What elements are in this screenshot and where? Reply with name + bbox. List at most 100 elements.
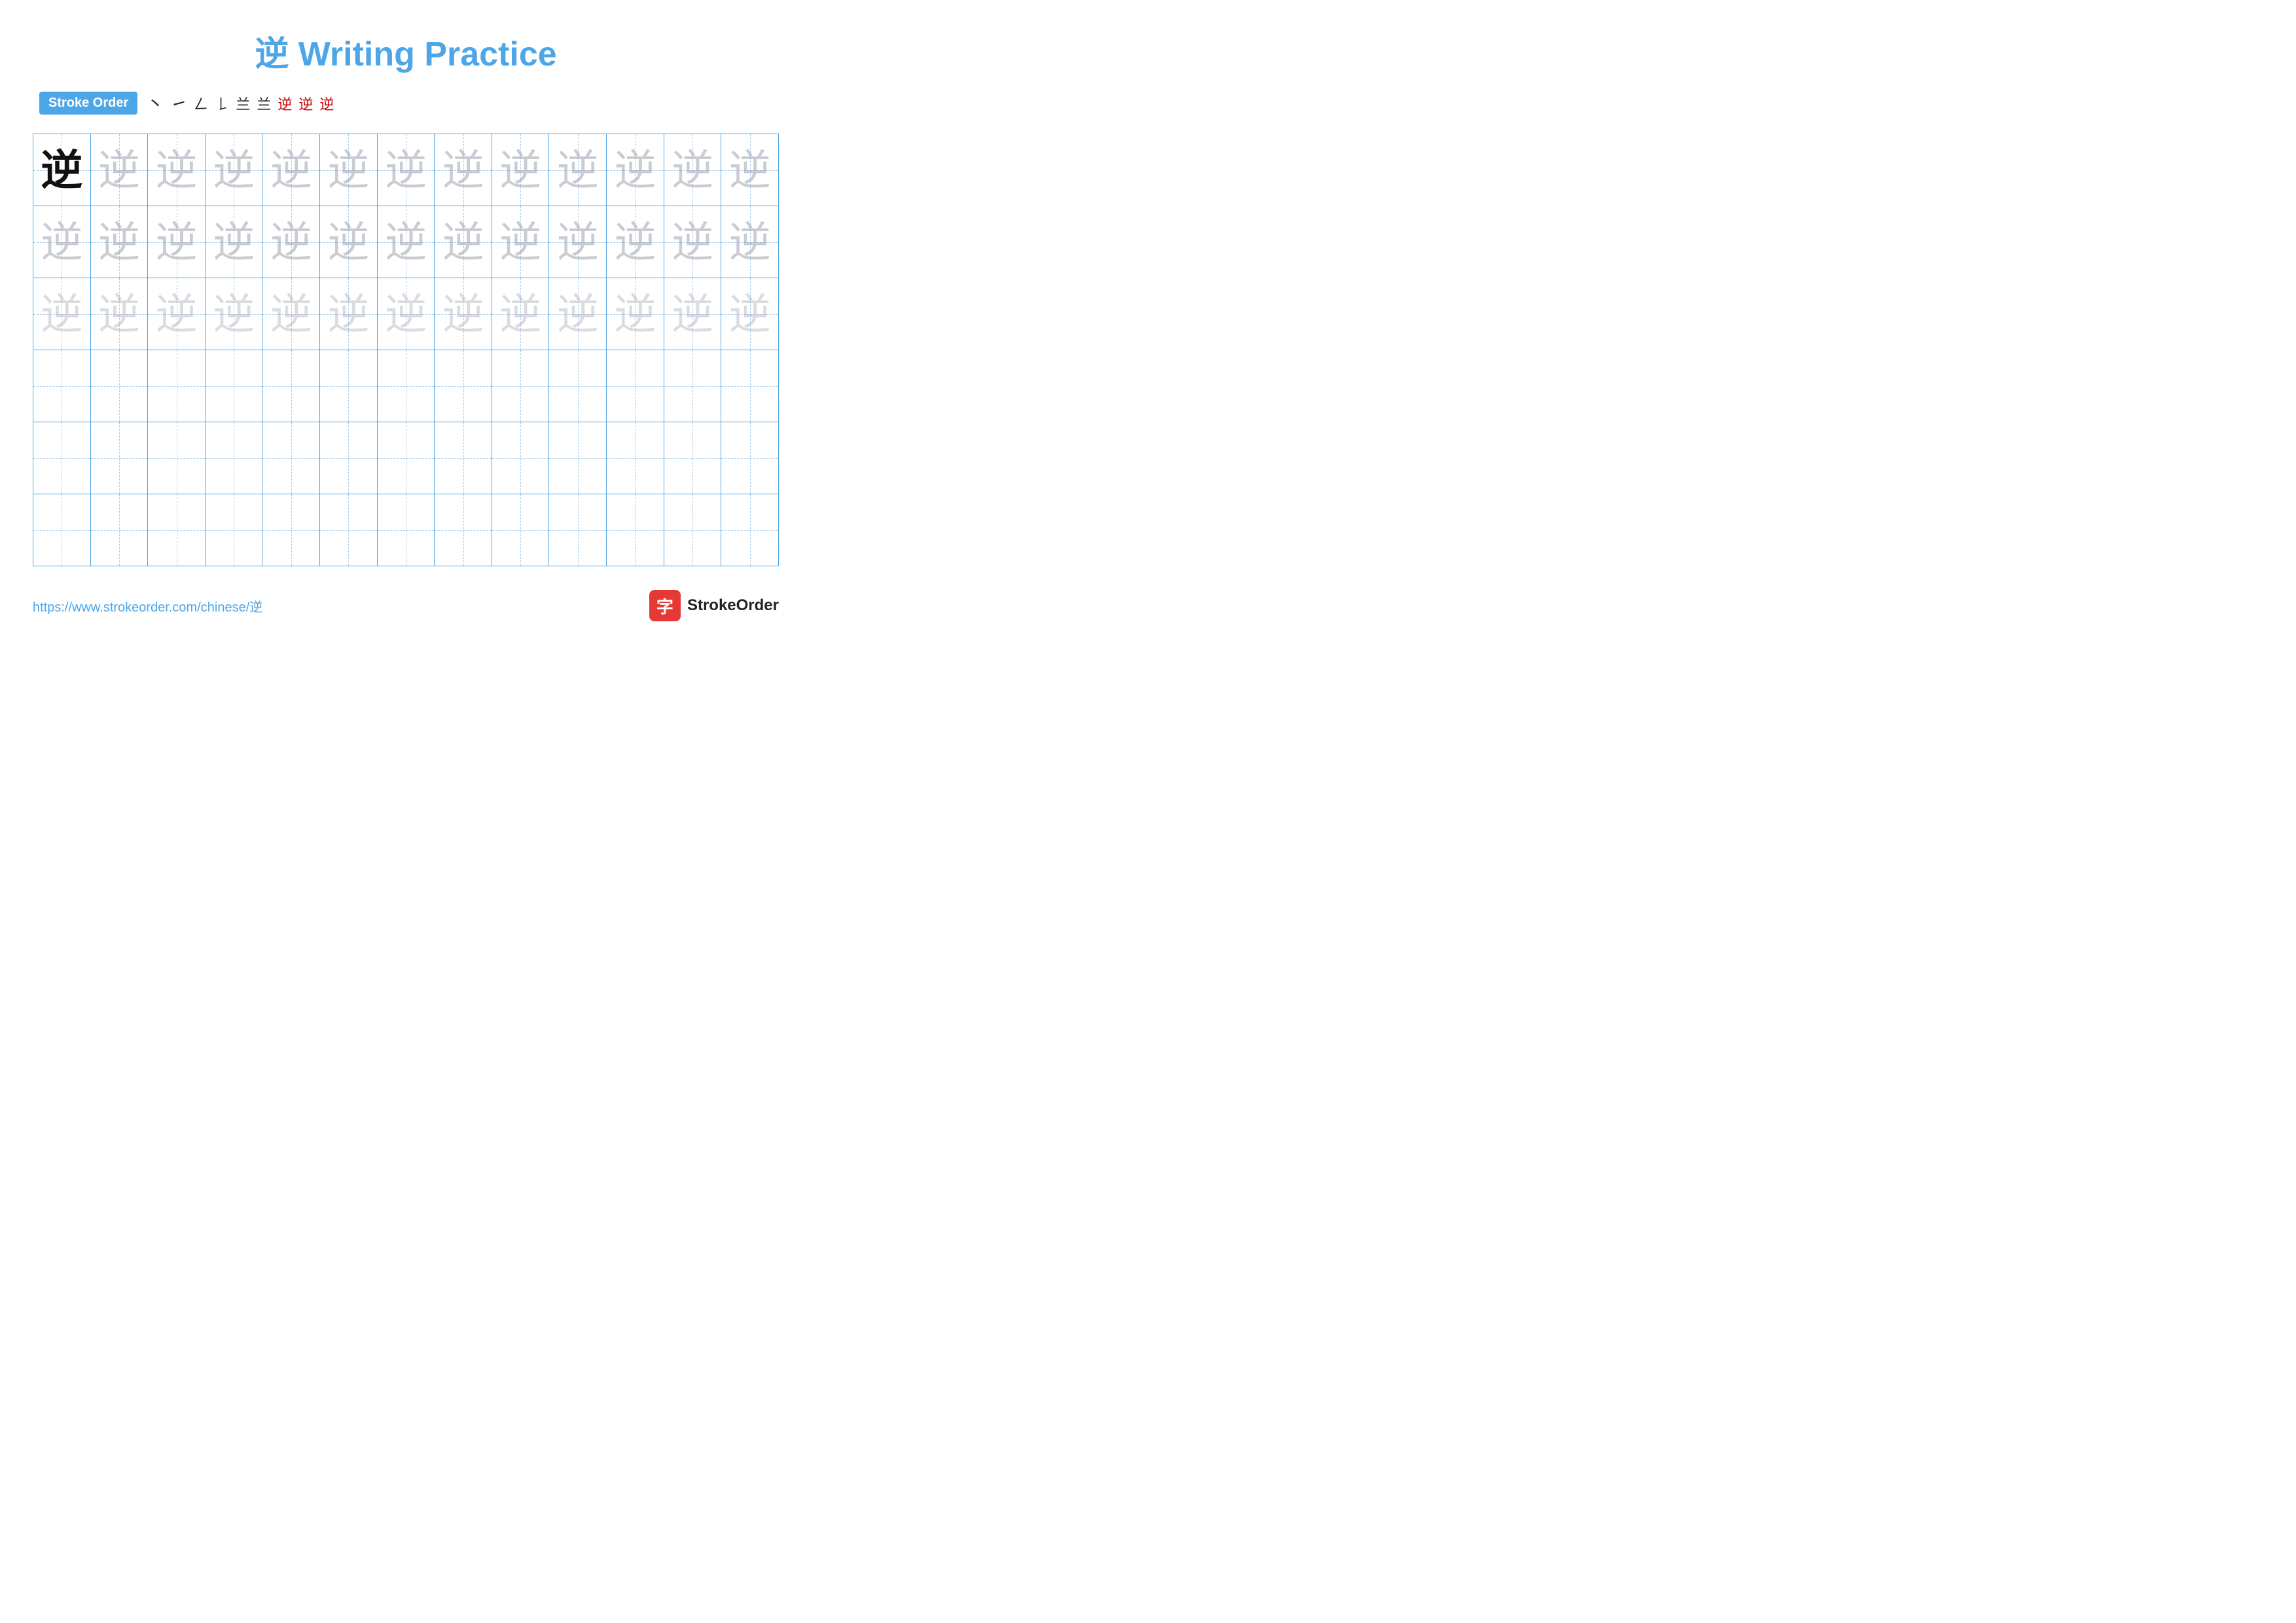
grid-cell[interactable] xyxy=(664,422,721,494)
grid-row-1: 逆 逆 逆 逆 逆 逆 逆 逆 逆 逆 逆 逆 逆 xyxy=(33,134,779,206)
grid-cell[interactable] xyxy=(435,422,492,494)
stroke-2: ㇀ xyxy=(170,91,187,115)
grid-cell[interactable]: 逆 xyxy=(721,134,779,206)
grid-cell[interactable] xyxy=(492,494,549,566)
grid-cell[interactable]: 逆 xyxy=(607,278,664,350)
grid-cell[interactable]: 逆 xyxy=(492,134,549,206)
logo-area: 字 StrokeOrder xyxy=(649,590,779,621)
grid-cell[interactable]: 逆 xyxy=(33,206,91,278)
grid-cell[interactable] xyxy=(262,350,320,422)
grid-cell[interactable] xyxy=(33,422,91,494)
grid-cell[interactable] xyxy=(607,494,664,566)
grid-cell[interactable] xyxy=(320,350,378,422)
grid-cell[interactable] xyxy=(205,494,262,566)
grid-cell[interactable]: 逆 xyxy=(549,278,607,350)
grid-cell[interactable]: 逆 xyxy=(90,278,148,350)
grid-cell[interactable] xyxy=(90,494,148,566)
grid-cell[interactable]: 逆 xyxy=(377,134,435,206)
stroke-order-badge: Stroke Order xyxy=(39,92,137,115)
grid-cell[interactable] xyxy=(205,422,262,494)
footer: https://www.strokeorder.com/chinese/逆 字 … xyxy=(33,590,779,621)
grid-cell[interactable] xyxy=(90,422,148,494)
grid-cell[interactable]: 逆 xyxy=(435,206,492,278)
grid-cell[interactable] xyxy=(377,350,435,422)
stroke-7: 逆 xyxy=(278,93,292,114)
grid-cell[interactable]: 逆 xyxy=(262,134,320,206)
grid-cell[interactable] xyxy=(721,422,779,494)
grid-cell[interactable]: 逆 xyxy=(90,134,148,206)
grid-cell[interactable] xyxy=(33,494,91,566)
grid-cell[interactable] xyxy=(205,350,262,422)
grid-cell[interactable] xyxy=(377,494,435,566)
grid-cell[interactable]: 逆 xyxy=(148,206,206,278)
grid-cell[interactable] xyxy=(492,350,549,422)
stroke-4: 𠄌 xyxy=(215,93,229,114)
grid-cell[interactable] xyxy=(607,350,664,422)
footer-url[interactable]: https://www.strokeorder.com/chinese/逆 xyxy=(33,596,262,615)
grid-cell[interactable]: 逆 xyxy=(377,278,435,350)
grid-cell[interactable]: 逆 xyxy=(721,206,779,278)
grid-cell[interactable]: 逆 xyxy=(205,134,262,206)
stroke-8: 逆 xyxy=(298,93,313,114)
grid-cell[interactable]: 逆 xyxy=(664,134,721,206)
logo-text: StrokeOrder xyxy=(687,596,779,615)
grid-cell[interactable] xyxy=(148,494,206,566)
stroke-5: 兰 xyxy=(236,93,250,114)
grid-cell[interactable] xyxy=(549,350,607,422)
grid-cell[interactable]: 逆 xyxy=(721,278,779,350)
grid-cell[interactable] xyxy=(664,350,721,422)
grid-cell[interactable]: 逆 xyxy=(549,134,607,206)
grid-cell[interactable] xyxy=(148,350,206,422)
grid-cell[interactable] xyxy=(549,422,607,494)
grid-cell[interactable]: 逆 xyxy=(262,278,320,350)
grid-cell[interactable]: 逆 xyxy=(664,278,721,350)
grid-cell[interactable] xyxy=(607,422,664,494)
grid-cell[interactable] xyxy=(377,422,435,494)
stroke-sequence: 丶 ㇀ 𠃋 𠄌 兰 兰 逆 逆 逆 xyxy=(147,91,334,115)
grid-cell[interactable]: 逆 xyxy=(435,278,492,350)
grid-cell[interactable]: 逆 xyxy=(205,278,262,350)
grid-cell[interactable]: 逆 xyxy=(607,134,664,206)
stroke-1: 丶 xyxy=(147,91,164,115)
grid-cell[interactable]: 逆 xyxy=(320,206,378,278)
grid-cell[interactable] xyxy=(320,494,378,566)
grid-cell[interactable]: 逆 xyxy=(33,278,91,350)
grid-cell[interactable]: 逆 xyxy=(492,278,549,350)
stroke-3: 𠃋 xyxy=(194,93,208,114)
grid-cell[interactable]: 逆 xyxy=(607,206,664,278)
practice-grid: 逆 逆 逆 逆 逆 逆 逆 逆 逆 逆 逆 逆 逆 逆 逆 逆 逆 逆 逆 逆 … xyxy=(33,134,779,566)
grid-cell[interactable]: 逆 xyxy=(320,278,378,350)
grid-cell[interactable] xyxy=(90,350,148,422)
grid-cell[interactable] xyxy=(262,422,320,494)
grid-cell[interactable]: 逆 xyxy=(148,134,206,206)
grid-cell[interactable]: 逆 xyxy=(377,206,435,278)
page-title: 逆 Writing Practice xyxy=(33,26,779,75)
grid-cell[interactable]: 逆 xyxy=(320,134,378,206)
grid-cell[interactable] xyxy=(492,422,549,494)
stroke-9: 逆 xyxy=(319,93,334,114)
grid-cell[interactable]: 逆 xyxy=(33,134,91,206)
grid-cell[interactable]: 逆 xyxy=(262,206,320,278)
grid-cell[interactable]: 逆 xyxy=(90,206,148,278)
grid-row-3: 逆 逆 逆 逆 逆 逆 逆 逆 逆 逆 逆 逆 逆 xyxy=(33,278,779,350)
grid-row-2: 逆 逆 逆 逆 逆 逆 逆 逆 逆 逆 逆 逆 逆 xyxy=(33,206,779,278)
grid-cell[interactable] xyxy=(549,494,607,566)
grid-cell[interactable]: 逆 xyxy=(664,206,721,278)
stroke-order-row: Stroke Order 丶 ㇀ 𠃋 𠄌 兰 兰 逆 逆 逆 xyxy=(39,91,779,115)
grid-cell[interactable]: 逆 xyxy=(492,206,549,278)
grid-cell[interactable] xyxy=(148,422,206,494)
grid-cell[interactable] xyxy=(664,494,721,566)
grid-row-5 xyxy=(33,422,779,494)
grid-cell[interactable] xyxy=(435,350,492,422)
grid-cell[interactable] xyxy=(721,494,779,566)
grid-cell[interactable]: 逆 xyxy=(148,278,206,350)
grid-cell[interactable] xyxy=(33,350,91,422)
grid-cell[interactable] xyxy=(262,494,320,566)
grid-cell[interactable] xyxy=(320,422,378,494)
logo-icon: 字 xyxy=(649,590,681,621)
grid-cell[interactable]: 逆 xyxy=(205,206,262,278)
grid-cell[interactable]: 逆 xyxy=(549,206,607,278)
grid-cell[interactable]: 逆 xyxy=(435,134,492,206)
grid-cell[interactable] xyxy=(435,494,492,566)
grid-cell[interactable] xyxy=(721,350,779,422)
